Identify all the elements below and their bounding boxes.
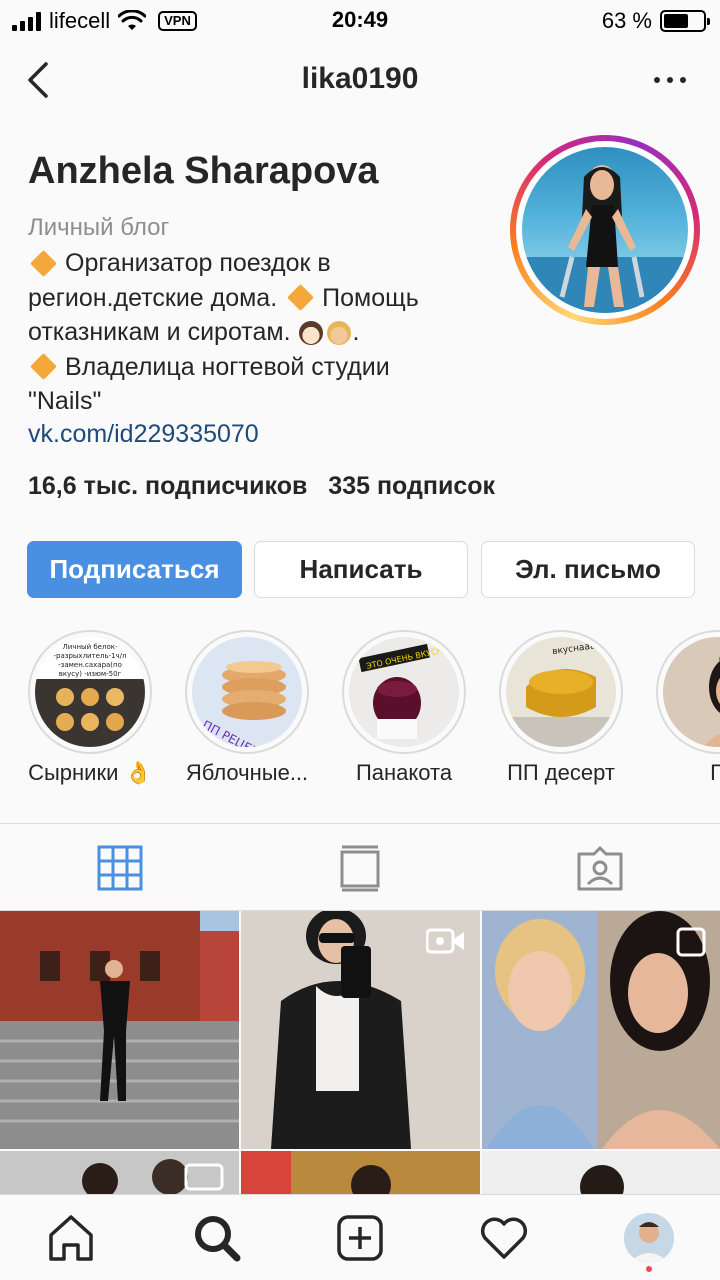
- posts-grid: [0, 911, 720, 1196]
- bottom-tab-bar: [0, 1194, 720, 1280]
- bio-text: Владелица ногтевой студии: [65, 352, 390, 381]
- orange-diamond-icon: [30, 249, 57, 277]
- highlight-cover: ЭТО ОЧЕНЬ ВКУСНО: [342, 630, 466, 754]
- email-button[interactable]: Эл. письмо: [481, 541, 695, 598]
- highlight-cover: [656, 630, 720, 754]
- avatar-photo: [522, 147, 688, 313]
- nav-header: lika0190: [0, 50, 720, 110]
- story-highlights: Личный белок- -разрыхлитель-1ч/л -замен.…: [0, 628, 720, 798]
- post-thumbnail[interactable]: [241, 911, 480, 1149]
- orange-diamond-icon: [30, 353, 57, 381]
- bio-period: .: [352, 318, 360, 346]
- search-icon[interactable]: [192, 1213, 242, 1263]
- orange-diamond-icon: [287, 284, 315, 312]
- post-thumbnail[interactable]: [241, 1151, 480, 1196]
- highlight-image: ПП РЕЦЕПТ: [192, 637, 302, 747]
- profile-avatar-tab[interactable]: [624, 1213, 674, 1263]
- status-right: 63 %: [601, 8, 710, 34]
- username-title: lika0190: [301, 62, 419, 95]
- battery-percent: 63 %: [601, 8, 652, 33]
- svg-text:Личный белок-: Личный белок-: [63, 643, 118, 651]
- battery-icon: [660, 10, 710, 32]
- svg-text:-разрыхлитель-1ч/л: -разрыхлитель-1ч/л: [53, 652, 126, 660]
- grid-icon[interactable]: [96, 844, 144, 892]
- battery-fill: [664, 14, 688, 28]
- activity-heart-icon[interactable]: [479, 1213, 529, 1263]
- follow-button[interactable]: Подписаться: [27, 541, 242, 598]
- bio-text: Помощь: [322, 283, 419, 312]
- bio-line: "Nails": [28, 384, 498, 419]
- highlight-image: Личный белок- -разрыхлитель-1ч/л -замен.…: [35, 637, 145, 747]
- highlight-cover: вкуснааа: [499, 630, 623, 754]
- bio-text: регион.детские дома.: [28, 283, 278, 312]
- post-thumbnail[interactable]: [0, 1151, 239, 1196]
- notification-dot: [646, 1266, 652, 1272]
- following-count[interactable]: 335 подписок: [328, 472, 495, 500]
- avatar-illustration: [522, 165, 688, 313]
- profile-counts: 16,6 тыс. подписчиков 335 подписок: [28, 472, 509, 501]
- tagged-icon[interactable]: [576, 844, 624, 892]
- avatar[interactable]: [510, 135, 700, 325]
- profile-bio: Организатор поездок в регион.детские дом…: [28, 246, 498, 419]
- display-name: Anzhela Sharapova: [28, 150, 379, 192]
- bio-text: отказникам и сиротам.: [28, 318, 291, 346]
- video-icon: [426, 928, 464, 954]
- post-thumbnail[interactable]: [482, 1151, 720, 1196]
- bio-line: отказникам и сиротам..: [28, 315, 498, 350]
- svg-text:ПП РЕЦЕПТ: ПП РЕЦЕПТ: [200, 718, 269, 747]
- feed-icon[interactable]: [336, 844, 384, 892]
- profile-tabs: [0, 823, 720, 911]
- avatar-inner: [516, 141, 694, 319]
- bio-text: "Nails": [28, 387, 102, 415]
- highlight-label: П: [710, 760, 720, 785]
- bio-line: Владелица ногтевой студии: [28, 350, 498, 385]
- highlight-cover: ПП РЕЦЕПТ: [185, 630, 309, 754]
- new-post-icon[interactable]: [335, 1213, 385, 1263]
- bio-text: Организатор поездок в: [65, 249, 331, 277]
- highlight-image: вкуснааа: [506, 637, 616, 747]
- bio-line: регион.детские дома. Помощь: [28, 281, 498, 316]
- highlight-image: [663, 637, 720, 747]
- svg-text:вкуснааа: вкуснааа: [552, 641, 596, 657]
- post-thumbnail[interactable]: [482, 911, 720, 1149]
- post-thumbnail[interactable]: [0, 911, 239, 1149]
- svg-text:-замен.сахара(по: -замен.сахара(по: [58, 661, 122, 669]
- highlight-cover: Личный белок- -разрыхлитель-1ч/л -замен.…: [28, 630, 152, 754]
- profile-category: Личный блог: [28, 214, 170, 241]
- svg-text:вкусу) -изюм-50г: вкусу) -изюм-50г: [59, 670, 122, 678]
- highlight-image: ЭТО ОЧЕНЬ ВКУСНО: [349, 637, 459, 747]
- profile-link[interactable]: vk.com/id229335070: [28, 420, 259, 449]
- baby-emoji-icon: [298, 321, 323, 346]
- status-bar: lifecell VPN 20:49 63 %: [0, 0, 720, 40]
- bio-line: Организатор поездок в: [28, 246, 498, 281]
- more-options-icon[interactable]: [650, 64, 690, 94]
- home-icon[interactable]: [46, 1213, 96, 1263]
- followers-count[interactable]: 16,6 тыс. подписчиков: [28, 472, 307, 500]
- baby-emoji-icon: [326, 321, 351, 346]
- message-button[interactable]: Написать: [254, 541, 468, 598]
